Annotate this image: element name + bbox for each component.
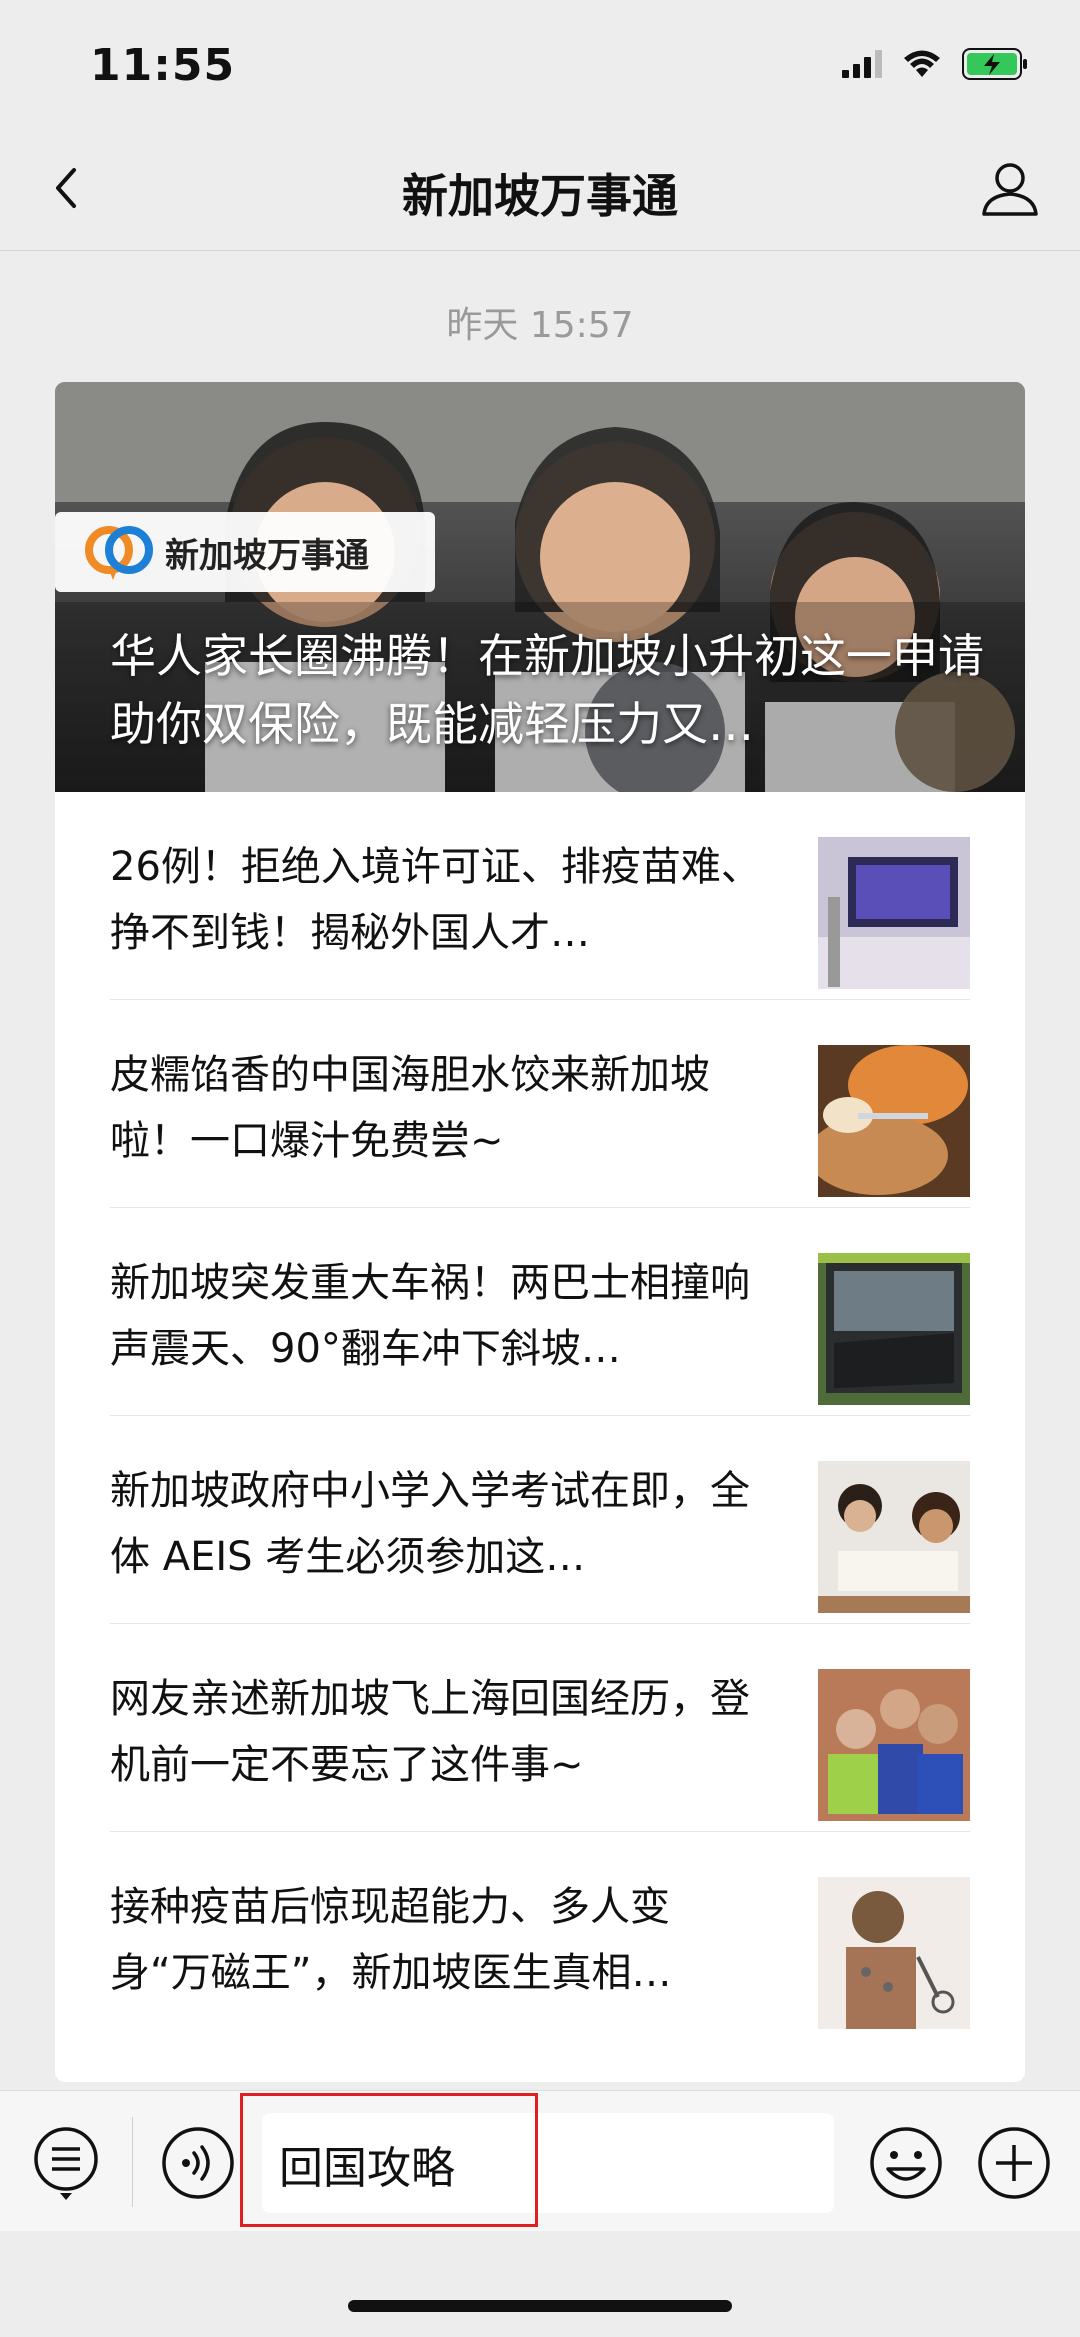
quick-reply-button[interactable]: 回国攻略 [240,2093,538,2227]
article-title: 26例！拒绝入境许可证、排疫苗难、挣不到钱！揭秘外国人才… [110,844,761,956]
article-list: 26例！拒绝入境许可证、排疫苗难、挣不到钱！揭秘外国人才… 皮糯馅香的中国海胆水… [55,792,1025,2040]
plus-icon[interactable] [974,2123,1054,2203]
status-icons [842,48,1028,80]
article-title: 网友亲述新加坡飞上海回国经历，登机前一定不要忘了这件事~ [110,1676,750,1788]
person-icon[interactable] [978,156,1042,220]
emoji-icon[interactable] [866,2123,946,2203]
brand-logo-icon [85,526,153,580]
article-thumbnail [818,1253,970,1405]
menu-list-icon[interactable] [30,2123,102,2203]
hero-article[interactable]: 新加坡万事通 华人家长圈沸腾！在新加坡小升初这一申请助你双保险，既能减轻压力又… [55,382,1025,792]
voice-icon[interactable] [160,2125,236,2201]
article-title: 皮糯馅香的中国海胆水饺来新加坡啦！一口爆汁免费尝~ [110,1052,710,1164]
article-thumbnail [818,1669,970,1821]
article-item[interactable]: 26例！拒绝入境许可证、排疫苗难、挣不到钱！揭秘外国人才… [110,792,970,1000]
divider [132,2117,133,2207]
nav-bar: 新加坡万事通 [0,130,1080,251]
input-bar [0,2090,1080,2231]
article-item[interactable]: 新加坡突发重大车祸！两巴士相撞响声震天、90°翻车冲下斜坡… [110,1208,970,1416]
article-thumbnail [818,1461,970,1613]
article-thumbnail [818,1045,970,1197]
article-item[interactable]: 网友亲述新加坡飞上海回国经历，登机前一定不要忘了这件事~ [110,1624,970,1832]
article-title: 新加坡政府中小学入学考试在即，全体 AEIS 考生必须参加这… [110,1468,750,1580]
home-indicator[interactable] [348,2300,732,2312]
message-timestamp: 昨天 15:57 [446,305,634,346]
brand-name: 新加坡万事通 [165,535,369,576]
battery-charging-icon [962,48,1027,80]
status-bar: 11:55 [0,0,1080,130]
hero-title: 华人家长圈沸腾！在新加坡小升初这一申请助你双保险，既能减轻压力又… [110,629,984,751]
article-item[interactable]: 新加坡政府中小学入学考试在即，全体 AEIS 考生必须参加这… [110,1416,970,1624]
wifi-icon [904,50,940,77]
article-thumbnail [818,1877,970,2029]
page-title: 新加坡万事通 [402,169,678,223]
article-title: 接种疫苗后惊现超能力、多人变身“万磁王”，新加坡医生真相… [110,1884,672,1996]
article-item[interactable]: 皮糯馅香的中国海胆水饺来新加坡啦！一口爆汁免费尝~ [110,1000,970,1208]
article-item[interactable]: 接种疫苗后惊现超能力、多人变身“万磁王”，新加坡医生真相… [110,1832,970,2040]
article-card: 新加坡万事通 华人家长圈沸腾！在新加坡小升初这一申请助你双保险，既能减轻压力又…… [55,382,1025,2082]
brand-badge: 新加坡万事通 [55,512,435,592]
article-thumbnail [818,837,970,989]
status-time: 11:55 [90,40,236,91]
article-title: 新加坡突发重大车祸！两巴士相撞响声震天、90°翻车冲下斜坡… [110,1260,750,1372]
quick-reply-label: 回国攻略 [279,2143,455,2194]
signal-icon [842,50,882,78]
